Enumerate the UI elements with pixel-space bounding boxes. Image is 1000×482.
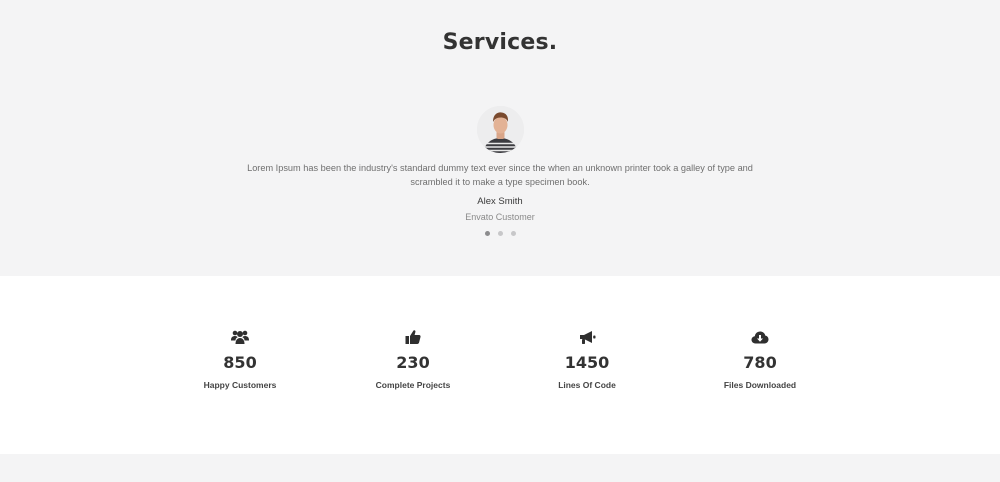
stat-lines-of-code: 1450 Lines Of Code [497, 328, 677, 390]
testimonial-quote: Lorem Ipsum has been the industry's stan… [247, 163, 753, 187]
carousel-dot-3[interactable] [510, 231, 516, 236]
megaphone-icon [497, 328, 677, 346]
stat-label: Files Downloaded [723, 380, 797, 390]
stat-label: Complete Projects [375, 380, 451, 390]
stat-number: 780 [743, 353, 777, 372]
carousel-dot-2[interactable] [497, 231, 503, 236]
testimonials-section: Services. Lorem Ipsum has been the indus… [0, 0, 1000, 276]
avatar [477, 106, 524, 153]
stat-label: Happy Customers [203, 380, 277, 390]
next-section-band [0, 454, 1000, 482]
stat-complete-projects: 230 Complete Projects [323, 328, 503, 390]
carousel-dot-1[interactable] [484, 231, 490, 236]
carousel-pagination [0, 231, 1000, 236]
stat-label: Lines Of Code [558, 380, 616, 390]
testimonial-author: Alex Smith [477, 196, 523, 207]
thumbs-up-icon [323, 328, 503, 346]
testimonial-role: Envato Customer [465, 212, 535, 222]
stat-number: 850 [223, 353, 257, 372]
stat-happy-customers: 850 Happy Customers [150, 328, 330, 390]
stat-number: 230 [396, 353, 430, 372]
person-portrait-icon [477, 106, 524, 153]
users-icon [150, 328, 330, 346]
cloud-download-icon [670, 328, 850, 346]
stats-section: 850 Happy Customers 230 Complete Project… [0, 276, 1000, 454]
section-title: Services. [442, 30, 558, 55]
stat-files-downloaded: 780 Files Downloaded [670, 328, 850, 390]
stat-number: 1450 [564, 353, 610, 372]
